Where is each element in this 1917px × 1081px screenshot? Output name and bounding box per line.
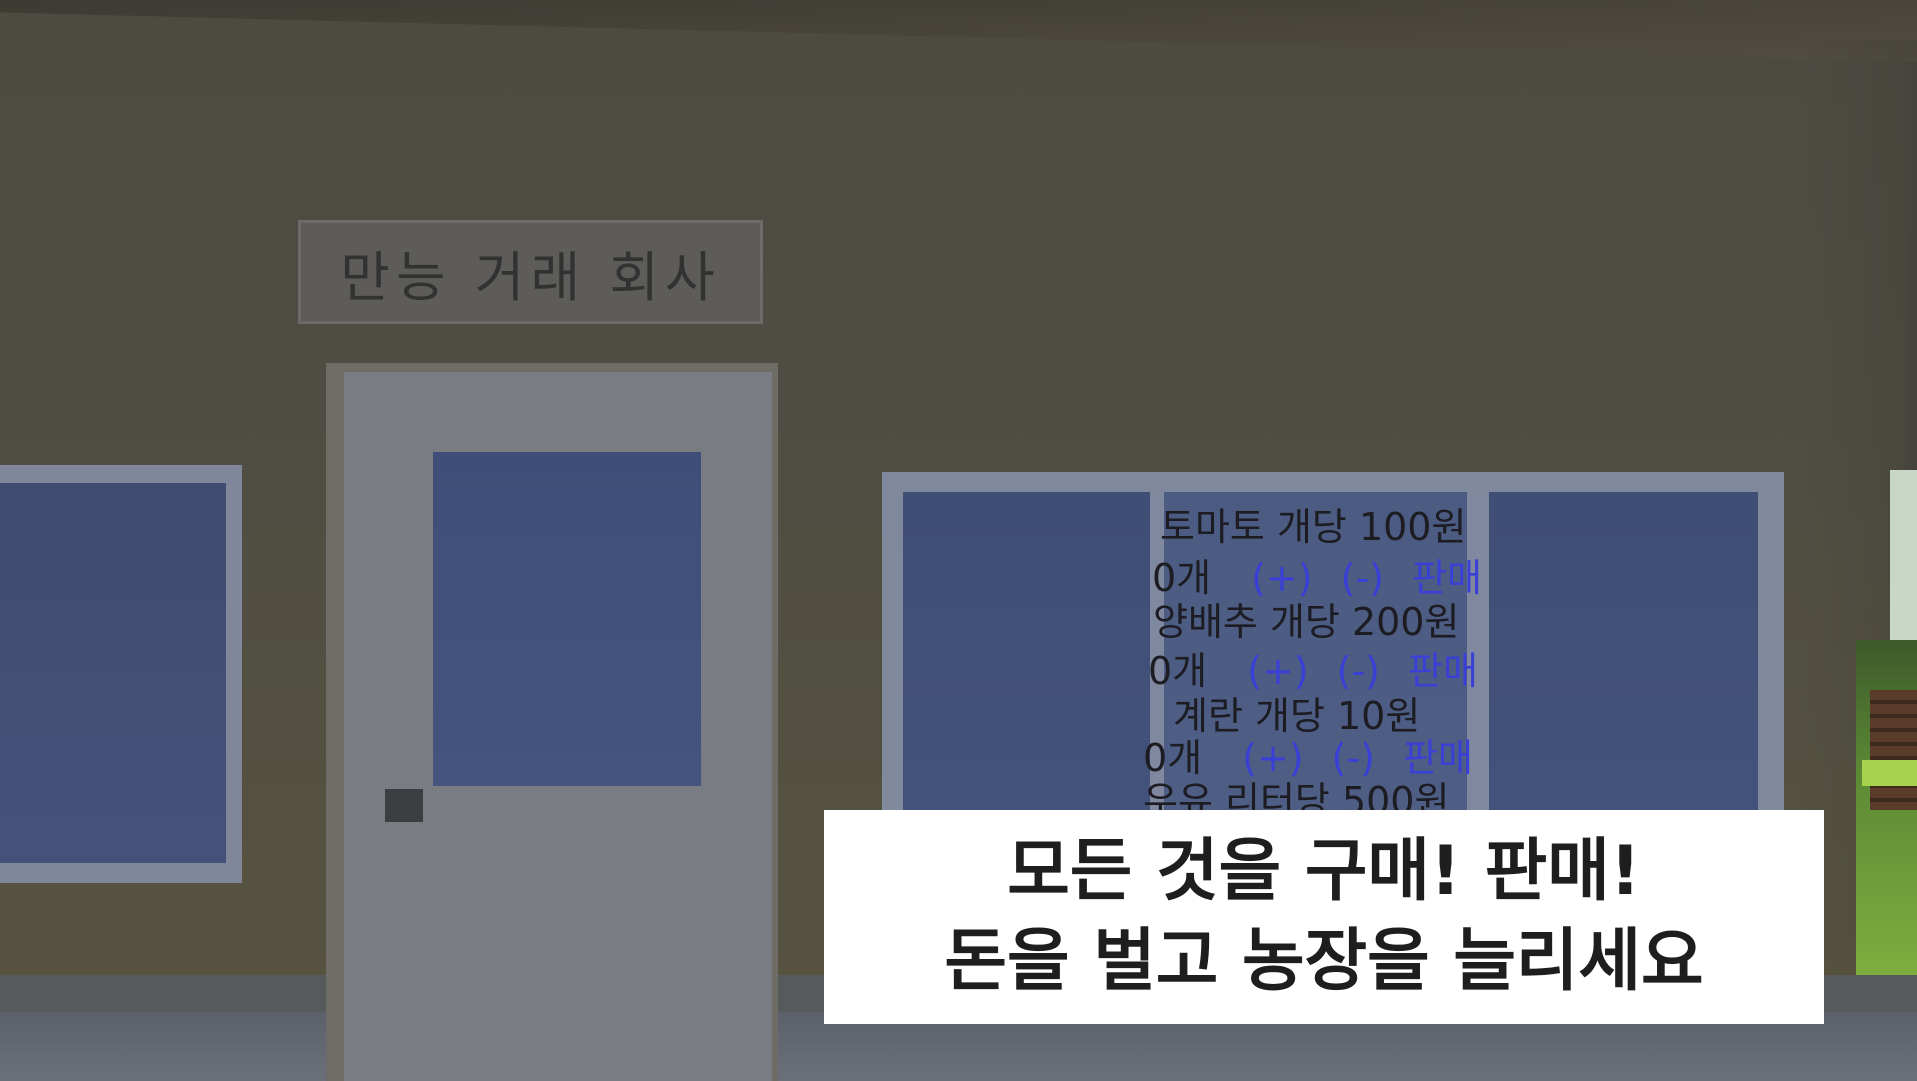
wooden-fence [1870,690,1917,810]
door-window [433,452,701,786]
shop-sign-title: 만능 거래 회사 [340,245,721,309]
caption-line-1: 모든 것을 구매! 판매! [1007,832,1641,911]
left-window-glass [0,483,226,863]
item-price-cabbage: 양배추 개당 200원 [1153,600,1460,644]
promo-caption: 모든 것을 구매! 판매! 돈을 벌고 농장을 늘리세요 [824,810,1824,1024]
sky-background [1890,470,1917,640]
game-scene: 만능 거래 회사 토마토 개당 100원 0개 (+) (-) 판매 양배추 개당 2… [0,0,1917,1081]
caption-line-2: 돈을 벌고 농장을 늘리세요 [944,922,1704,1001]
shop-sign: 만능 거래 회사 [298,220,763,324]
grass-strip [1862,760,1917,786]
item-price-tomato: 토마토 개당 100원 [1160,505,1467,549]
door-knob[interactable] [385,789,423,822]
